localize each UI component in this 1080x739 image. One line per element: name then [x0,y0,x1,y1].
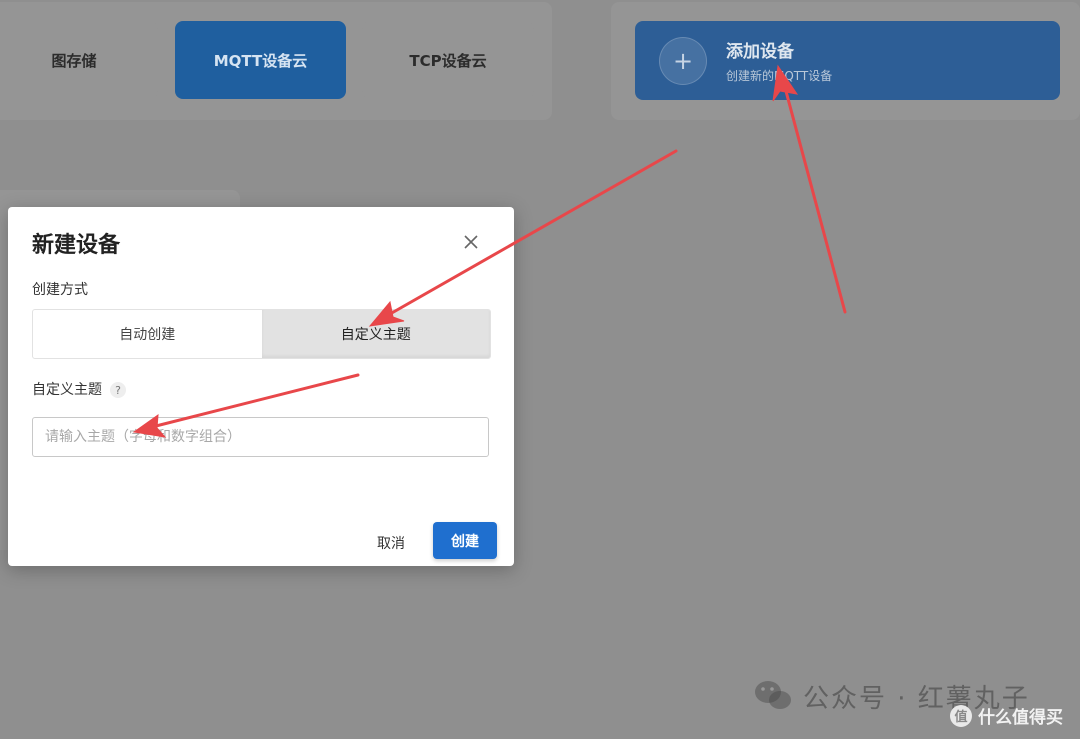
add-device-title: 添加设备 [726,42,794,62]
tab-tcp-cloud[interactable]: TCP设备云 [362,21,534,99]
site-watermark: 值 什么值得买 [950,703,1063,728]
tab-label: MQTT设备云 [213,51,308,70]
creation-method-toggle: 自动创建 自定义主题 [32,309,491,359]
method-auto-create[interactable]: 自动创建 [33,310,262,358]
tab-mqtt-cloud[interactable]: MQTT设备云 [175,21,346,99]
custom-topic-label-row: 自定义主题? [32,379,126,399]
close-icon[interactable] [460,231,482,253]
new-device-dialog: 新建设备 创建方式 自动创建 自定义主题 自定义主题? 取消 创建 [8,207,514,566]
help-icon[interactable]: ? [110,382,126,398]
plus-icon: + [659,36,707,85]
add-device-subtitle: 创建新的MQTT设备 [726,69,833,83]
creation-method-label: 创建方式 [32,282,88,298]
method-custom-topic[interactable]: 自定义主题 [261,310,490,358]
site-logo-icon: 值 [950,704,972,727]
cancel-button[interactable]: 取消 [377,533,405,553]
wechat-icon [755,681,791,709]
dialog-title: 新建设备 [32,233,121,258]
create-button[interactable]: 创建 [433,522,497,559]
tab-label: TCP设备云 [409,51,487,70]
topic-input[interactable] [32,417,489,457]
tab-graph-storage[interactable]: 图存储 [0,21,158,99]
add-device-button[interactable]: + 添加设备 创建新的MQTT设备 [635,21,1060,100]
custom-topic-label: 自定义主题 [32,382,102,398]
site-name: 什么值得买 [978,708,1063,728]
tab-label: 图存储 [51,51,97,70]
